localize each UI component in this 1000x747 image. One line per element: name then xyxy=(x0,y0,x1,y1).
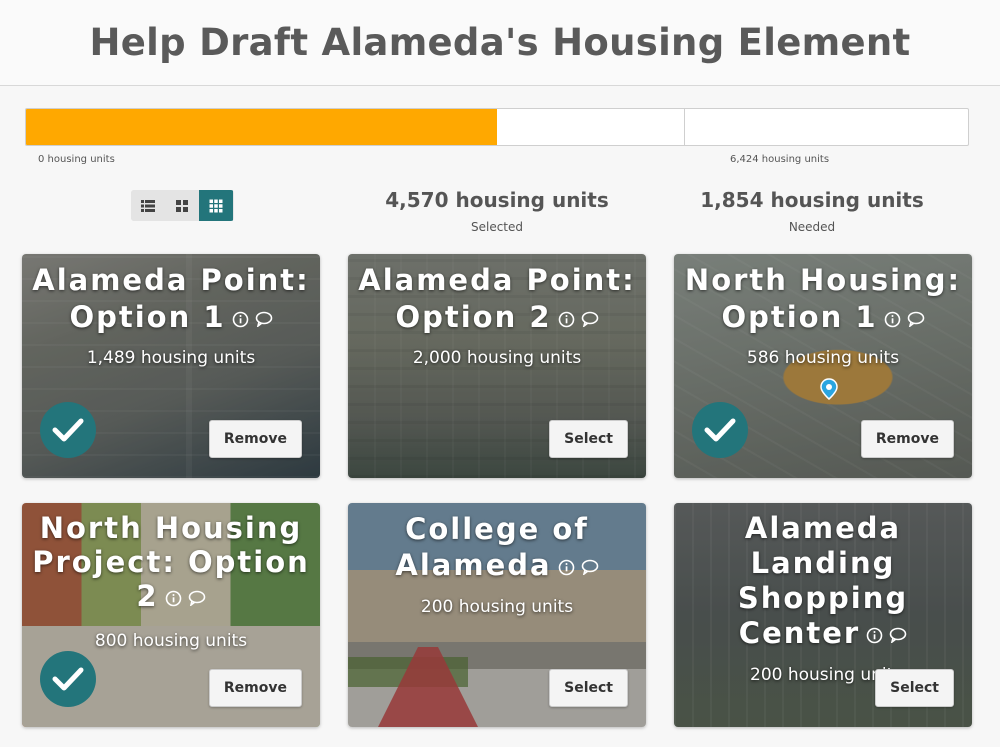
remove-button[interactable]: Remove xyxy=(208,669,302,707)
comment-icon[interactable] xyxy=(255,311,273,327)
selected-check-badge xyxy=(692,402,748,458)
large-grid-view-button[interactable] xyxy=(199,190,233,221)
site-units: 1,489 housing units xyxy=(86,348,256,368)
info-icon[interactable] xyxy=(165,590,182,607)
view-toggle xyxy=(131,190,234,221)
site-title: Alameda Point: Option 2 xyxy=(358,263,636,334)
page-title: Help Draft Alameda's Housing Element xyxy=(89,21,911,64)
selected-units-label: Selected xyxy=(470,220,524,234)
select-button[interactable]: Select xyxy=(549,420,628,458)
site-title: Alameda Landing Shopping Center xyxy=(737,511,909,650)
checkmark-icon xyxy=(52,667,84,691)
site-card-north-housing-option-1[interactable]: North Housing: Option 1 586 housing unit… xyxy=(674,254,972,478)
comment-icon[interactable] xyxy=(188,590,206,606)
site-units: 200 housing units xyxy=(420,597,574,617)
progress-min-label: 0 housing units xyxy=(38,154,115,165)
list-view-button[interactable] xyxy=(131,190,165,221)
selected-units-value: 4,570 housing units xyxy=(385,188,609,212)
site-card-alameda-point-option-2[interactable]: Alameda Point: Option 2 2,000 housing un… xyxy=(348,254,646,478)
checkmark-icon xyxy=(704,418,736,442)
site-card-alameda-landing-shopping-center[interactable]: Alameda Landing Shopping Center 200 hous… xyxy=(674,503,972,727)
info-icon[interactable] xyxy=(232,311,249,328)
progress-max-label: 6,424 housing units xyxy=(730,154,830,165)
comment-icon[interactable] xyxy=(889,627,907,643)
map-pin-icon xyxy=(820,378,838,400)
progress-fill xyxy=(26,109,497,145)
info-icon[interactable] xyxy=(884,311,901,328)
needed-units-value: 1,854 housing units xyxy=(700,188,924,212)
selected-check-badge xyxy=(40,402,96,458)
page-header: Help Draft Alameda's Housing Element xyxy=(0,0,1000,86)
small-grid-view-button[interactable] xyxy=(165,190,199,221)
needed-units-label: Needed xyxy=(788,220,836,234)
needed-stat: 1,854 housing units Needed xyxy=(672,188,952,234)
selected-check-badge xyxy=(40,651,96,707)
site-card-north-housing-project-option-2[interactable]: North Housing Project: Option 2 800 hous… xyxy=(22,503,320,727)
info-icon[interactable] xyxy=(558,311,575,328)
site-card-alameda-point-option-1[interactable]: Alameda Point: Option 1 1,489 housing un… xyxy=(22,254,320,478)
info-icon[interactable] xyxy=(866,627,883,644)
checkmark-icon xyxy=(52,418,84,442)
large-grid-icon xyxy=(209,199,223,212)
comment-icon[interactable] xyxy=(581,559,599,575)
site-title: North Housing Project: Option 2 xyxy=(32,511,310,613)
select-button[interactable]: Select xyxy=(549,669,628,707)
site-units: 2,000 housing units xyxy=(412,348,582,368)
list-view-icon xyxy=(141,199,155,212)
remove-button[interactable]: Remove xyxy=(860,420,954,458)
selected-stat: 4,570 housing units Selected xyxy=(357,188,637,234)
site-title: College of Alameda xyxy=(358,511,636,583)
remove-button[interactable]: Remove xyxy=(208,420,302,458)
progress-target-marker xyxy=(684,109,685,145)
site-units: 586 housing units xyxy=(746,348,900,368)
comment-icon[interactable] xyxy=(907,311,925,327)
housing-progress-bar xyxy=(25,108,969,146)
site-units: 800 housing units xyxy=(94,631,248,651)
site-card-college-of-alameda[interactable]: College of Alameda 200 housing units Sel… xyxy=(348,503,646,727)
small-grid-icon xyxy=(176,199,188,212)
site-title: North Housing: Option 1 xyxy=(684,263,962,334)
select-button[interactable]: Select xyxy=(875,669,954,707)
comment-icon[interactable] xyxy=(581,311,599,327)
info-icon[interactable] xyxy=(558,559,575,576)
site-title: Alameda Point: Option 1 xyxy=(32,263,310,334)
